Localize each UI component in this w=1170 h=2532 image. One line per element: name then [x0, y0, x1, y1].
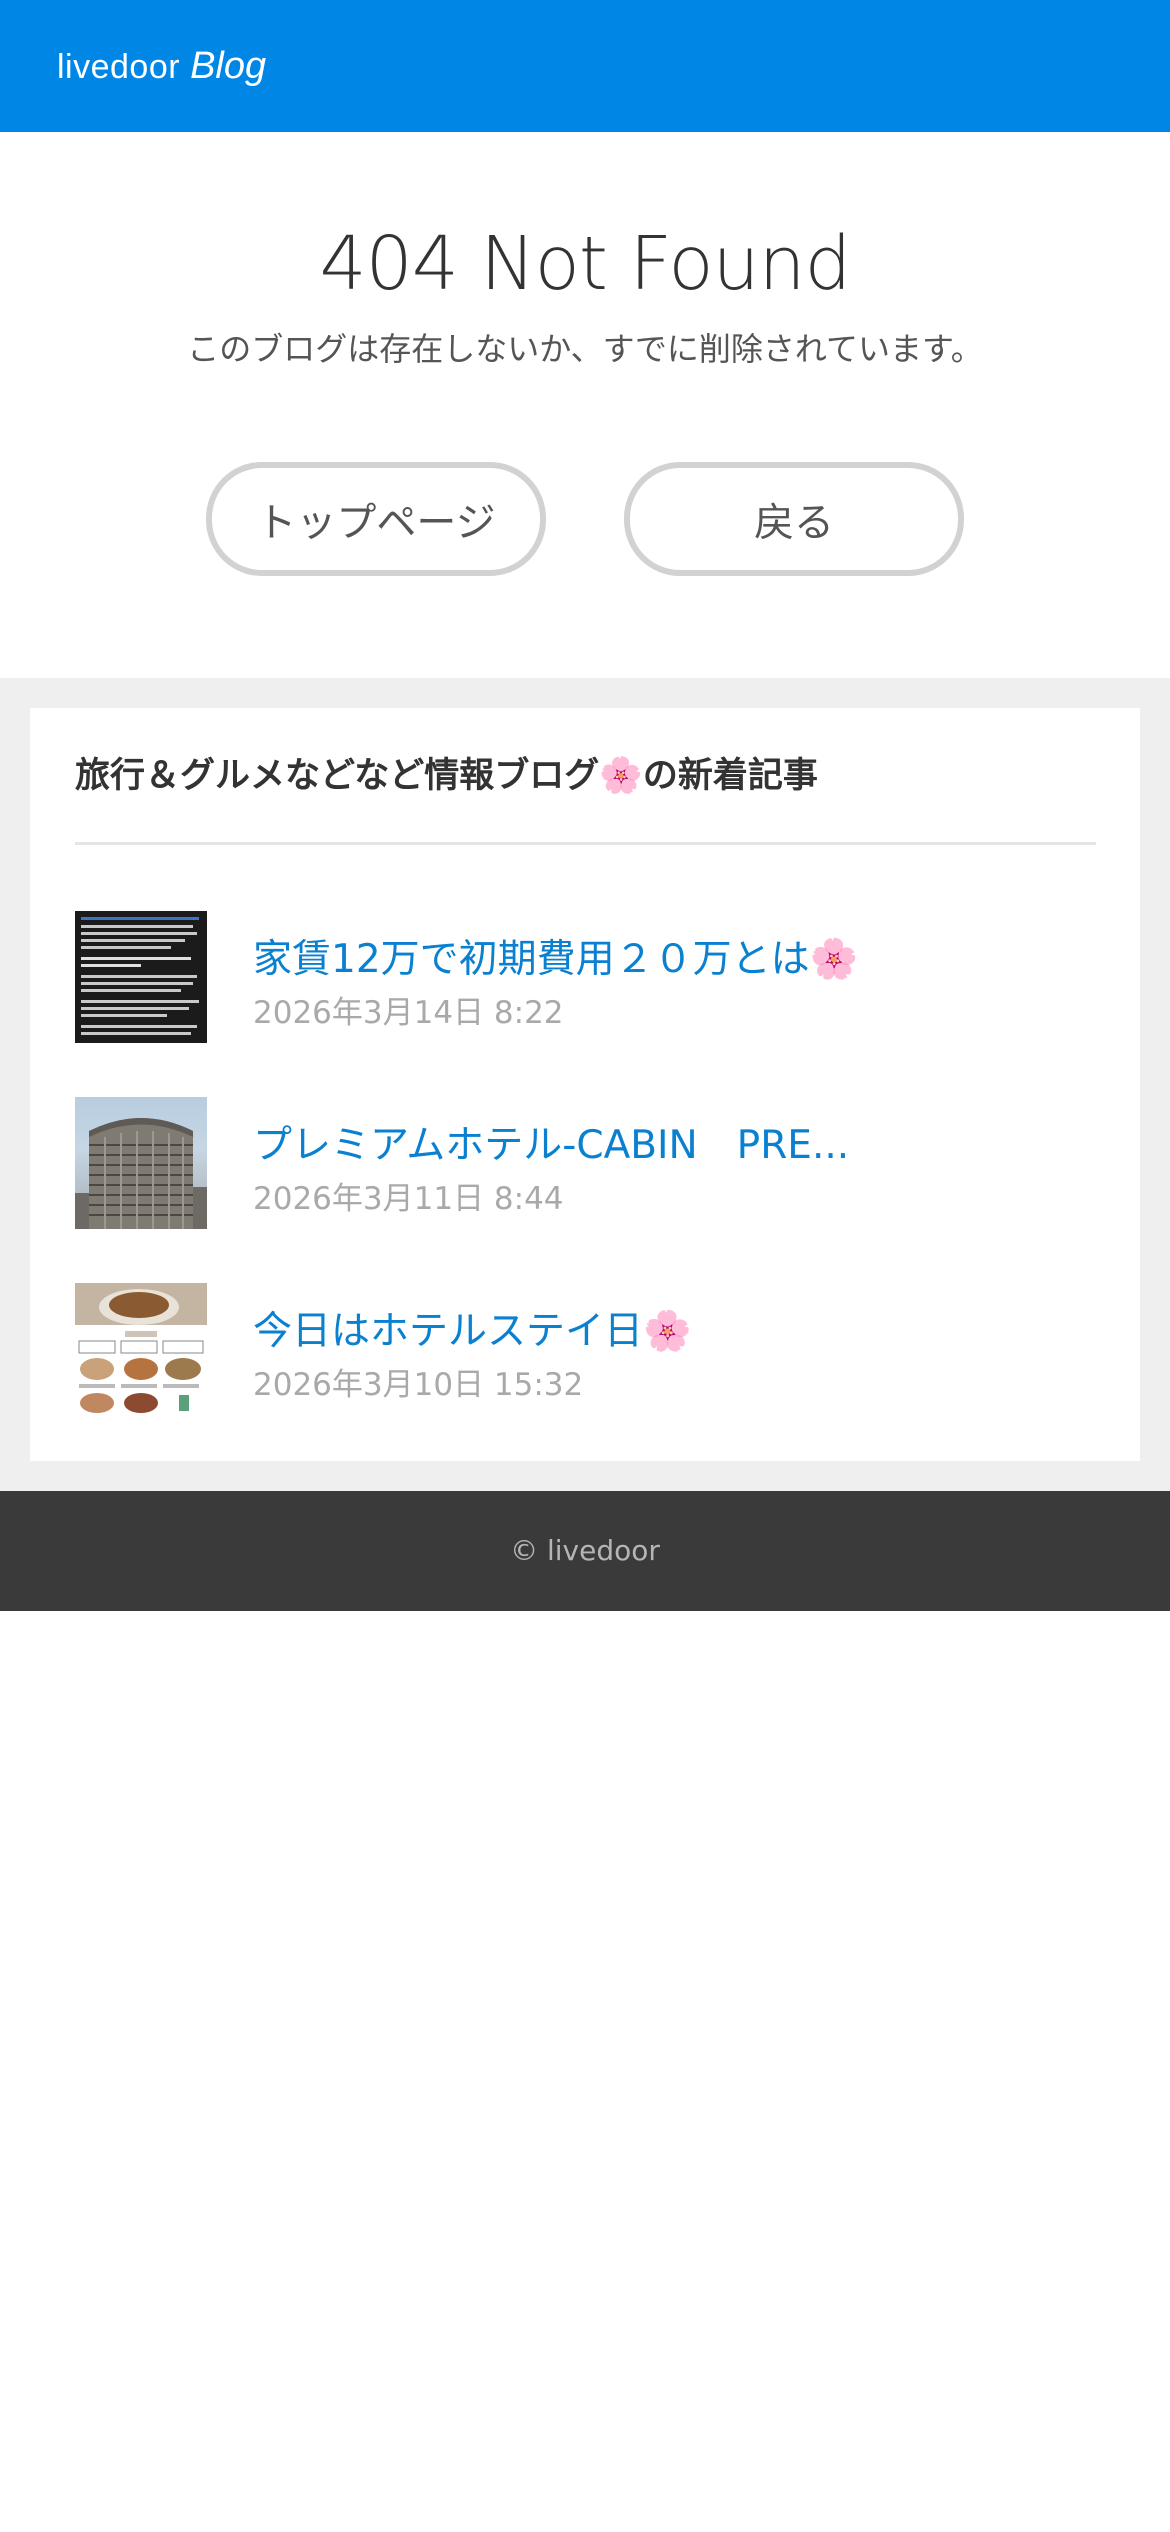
article-item[interactable]: 今日はホテルステイ日🌸 2026年3月10日 15:32	[75, 1282, 1096, 1415]
error-title: 404 Not Found	[319, 221, 852, 307]
article-item[interactable]: プレミアムホテル-CABIN PRE... 2026年3月11日 8:44	[75, 1096, 1096, 1229]
livedoor-blog-logo[interactable]: livedoor Blog	[57, 45, 266, 88]
recent-articles-heading: 旅行＆グルメなどなど情報ブログ🌸の新着記事	[75, 754, 1096, 845]
logo-blog-text: Blog	[190, 44, 267, 87]
article-title-link[interactable]: プレミアムホテル-CABIN PRE...	[253, 1123, 849, 1170]
article-title-link[interactable]: 今日はホテルステイ日🌸	[253, 1309, 692, 1356]
recent-articles-card: 旅行＆グルメなどなど情報ブログ🌸の新着記事 家賃12万で初期費用２０万とは🌸 2…	[30, 708, 1140, 1461]
hotel-building-thumbnail-icon[interactable]	[75, 1096, 207, 1229]
article-date: 2026年3月11日 8:44	[253, 1181, 564, 1218]
article-date: 2026年3月14日 8:22	[253, 995, 564, 1032]
error-buttons: トップページ 戻る	[0, 462, 1170, 577]
article-date: 2026年3月10日 15:32	[253, 1367, 584, 1404]
logo-livedoor-text: livedoor	[57, 47, 181, 86]
recent-articles-section: 旅行＆グルメなどなど情報ブログ🌸の新着記事 家賃12万で初期費用２０万とは🌸 2…	[0, 678, 1170, 1491]
error-message: このブログは存在しないか、すでに削除されています。	[187, 329, 983, 368]
article-text: 家賃12万で初期費用２０万とは🌸 2026年3月14日 8:22	[253, 937, 858, 1033]
site-footer: © livedoor	[0, 1490, 1170, 1611]
article-text: 今日はホテルステイ日🌸 2026年3月10日 15:32	[253, 1309, 692, 1405]
article-text: プレミアムホテル-CABIN PRE... 2026年3月11日 8:44	[253, 1123, 849, 1219]
hotel-building-image	[75, 1117, 207, 1229]
article-list: 家賃12万で初期費用２０万とは🌸 2026年3月14日 8:22 プレミアムホテ…	[75, 845, 1096, 1415]
copyright-text: © livedoor	[510, 1534, 660, 1567]
back-button[interactable]: 戻る	[624, 462, 964, 577]
top-page-button[interactable]: トップページ	[206, 462, 546, 577]
food-menu-thumbnail-icon[interactable]	[75, 1282, 207, 1415]
document-screenshot-thumbnail-icon[interactable]	[75, 910, 207, 1043]
food-menu-image	[75, 1282, 207, 1415]
site-header: livedoor Blog	[0, 0, 1170, 132]
article-title-link[interactable]: 家賃12万で初期費用２０万とは🌸	[253, 937, 858, 984]
article-item[interactable]: 家賃12万で初期費用２０万とは🌸 2026年3月14日 8:22	[75, 910, 1096, 1043]
error-section: 404 Not Found このブログは存在しないか、すでに削除されています。 …	[0, 132, 1170, 678]
